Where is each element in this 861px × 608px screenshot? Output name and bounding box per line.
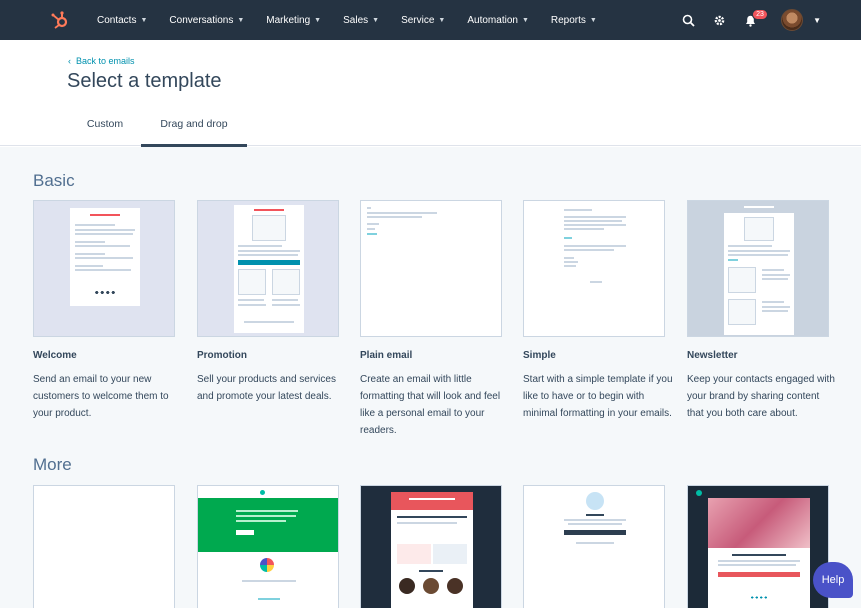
chevron-down-icon[interactable]: ▼	[813, 16, 821, 25]
template-card-welcome[interactable]	[33, 200, 175, 337]
template-description: Start with a simple template if you like…	[523, 374, 673, 419]
chevron-down-icon: ▼	[589, 16, 597, 24]
template-gallery: Basic Welcome Send an email to your new …	[0, 147, 861, 608]
hubspot-logo[interactable]	[50, 10, 70, 30]
nav-contacts[interactable]: Contacts ▼	[97, 15, 147, 26]
gear-icon[interactable]	[713, 14, 726, 27]
avatar[interactable]	[781, 9, 804, 31]
section-title-more: More	[33, 455, 72, 474]
template-card-green-launch[interactable]	[197, 485, 339, 608]
section-title-basic: Basic	[33, 171, 75, 190]
template-preview	[688, 486, 828, 608]
template-tabs: Custom Drag and drop	[0, 118, 861, 147]
nav-sales[interactable]: Sales ▼	[343, 15, 379, 26]
template-preview	[198, 201, 338, 336]
template-card-newsletter[interactable]	[687, 200, 829, 337]
nav-service[interactable]: Service ▼	[401, 15, 445, 26]
template-preview	[524, 201, 664, 336]
nav-automation[interactable]: Automation ▼	[467, 15, 529, 26]
template-description: Create an email with little formatting t…	[360, 374, 501, 436]
template-name: Welcome	[33, 350, 77, 361]
chevron-down-icon: ▼	[521, 16, 529, 24]
notification-badge: 23	[752, 8, 768, 20]
template-card-feedback[interactable]	[687, 485, 829, 608]
top-nav: Contacts ▼ Conversations ▼ Marketing ▼ Sale…	[0, 0, 861, 40]
template-description: Sell your products and services and prom…	[197, 374, 336, 402]
template-preview	[524, 486, 664, 608]
template-card-simple[interactable]	[523, 200, 665, 337]
chevron-left-icon: ‹	[68, 56, 71, 66]
nav-reports[interactable]: Reports ▼	[551, 15, 597, 26]
help-button[interactable]: Help	[813, 562, 853, 598]
search-icon[interactable]	[682, 14, 695, 27]
template-card-blank[interactable]	[33, 485, 175, 608]
tab-custom[interactable]: Custom	[86, 118, 124, 146]
tab-drag-and-drop[interactable]: Drag and drop	[141, 118, 247, 147]
template-preview	[198, 486, 338, 608]
template-card-welcome-alt[interactable]	[523, 485, 665, 608]
chevron-down-icon: ▼	[438, 16, 446, 24]
template-description: Keep your contacts engaged with your bra…	[687, 374, 835, 419]
chevron-down-icon: ▼	[372, 16, 380, 24]
nav-utilities: 23 ▼	[682, 0, 821, 40]
template-description: Send an email to your new customers to w…	[33, 374, 169, 419]
back-to-emails-link[interactable]: ‹ Back to emails	[68, 56, 135, 66]
nav-conversations[interactable]: Conversations ▼	[169, 15, 244, 26]
template-preview	[34, 201, 174, 336]
template-name: Newsletter	[687, 350, 738, 361]
template-preview	[361, 201, 501, 336]
chevron-down-icon: ▼	[314, 16, 322, 24]
main-menu: Contacts ▼ Conversations ▼ Marketing ▼ Sale…	[97, 0, 619, 40]
template-preview	[361, 486, 501, 608]
template-preview	[688, 201, 828, 336]
template-card-event[interactable]	[360, 485, 502, 608]
template-card-promotion[interactable]	[197, 200, 339, 337]
chevron-down-icon: ▼	[237, 16, 245, 24]
chevron-down-icon: ▼	[140, 16, 148, 24]
page-title: Select a template	[67, 70, 222, 92]
template-name: Plain email	[360, 350, 413, 361]
template-name: Promotion	[197, 350, 247, 361]
template-card-plain-email[interactable]	[360, 200, 502, 337]
nav-marketing[interactable]: Marketing ▼	[266, 15, 321, 26]
template-name: Simple	[523, 350, 556, 361]
notifications-button[interactable]: 23	[744, 8, 768, 27]
